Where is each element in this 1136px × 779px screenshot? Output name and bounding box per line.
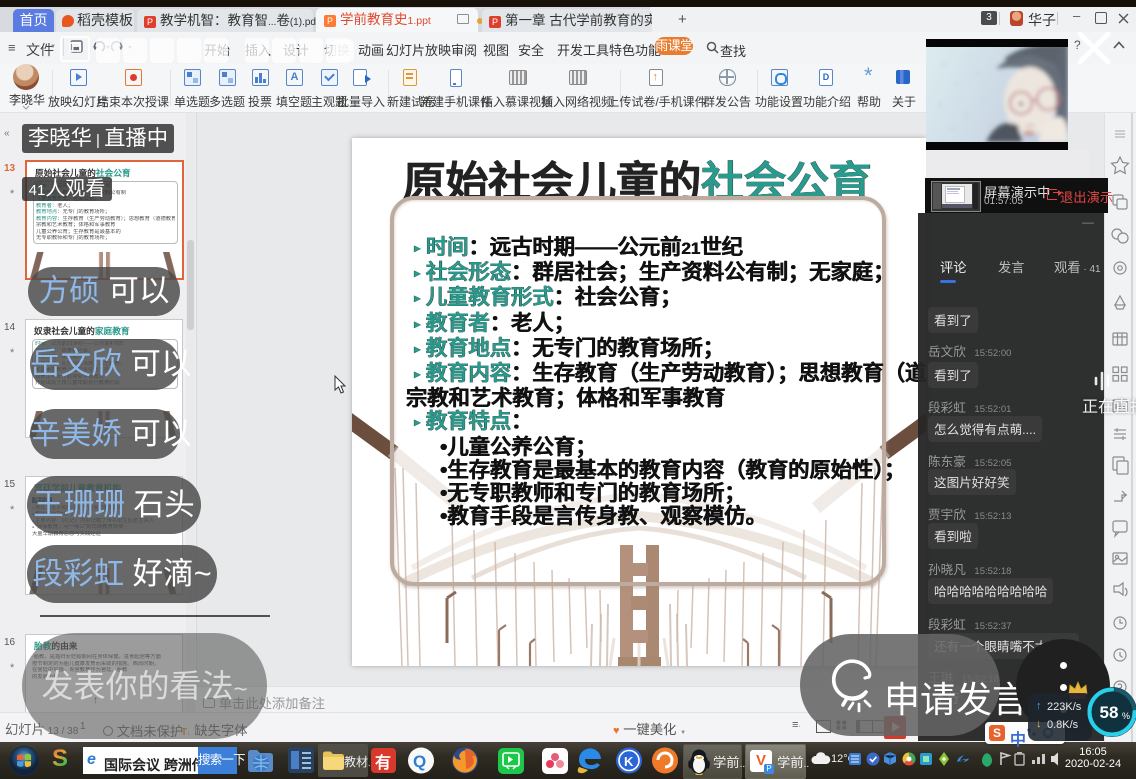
- svg-text:有: 有: [375, 753, 391, 772]
- svg-text:教材..: 教材..: [344, 754, 373, 769]
- svg-text:K: K: [624, 754, 634, 769]
- svg-text:%: %: [1122, 711, 1130, 721]
- svg-text:58: 58: [1100, 703, 1119, 722]
- svg-text:Q: Q: [413, 752, 426, 771]
